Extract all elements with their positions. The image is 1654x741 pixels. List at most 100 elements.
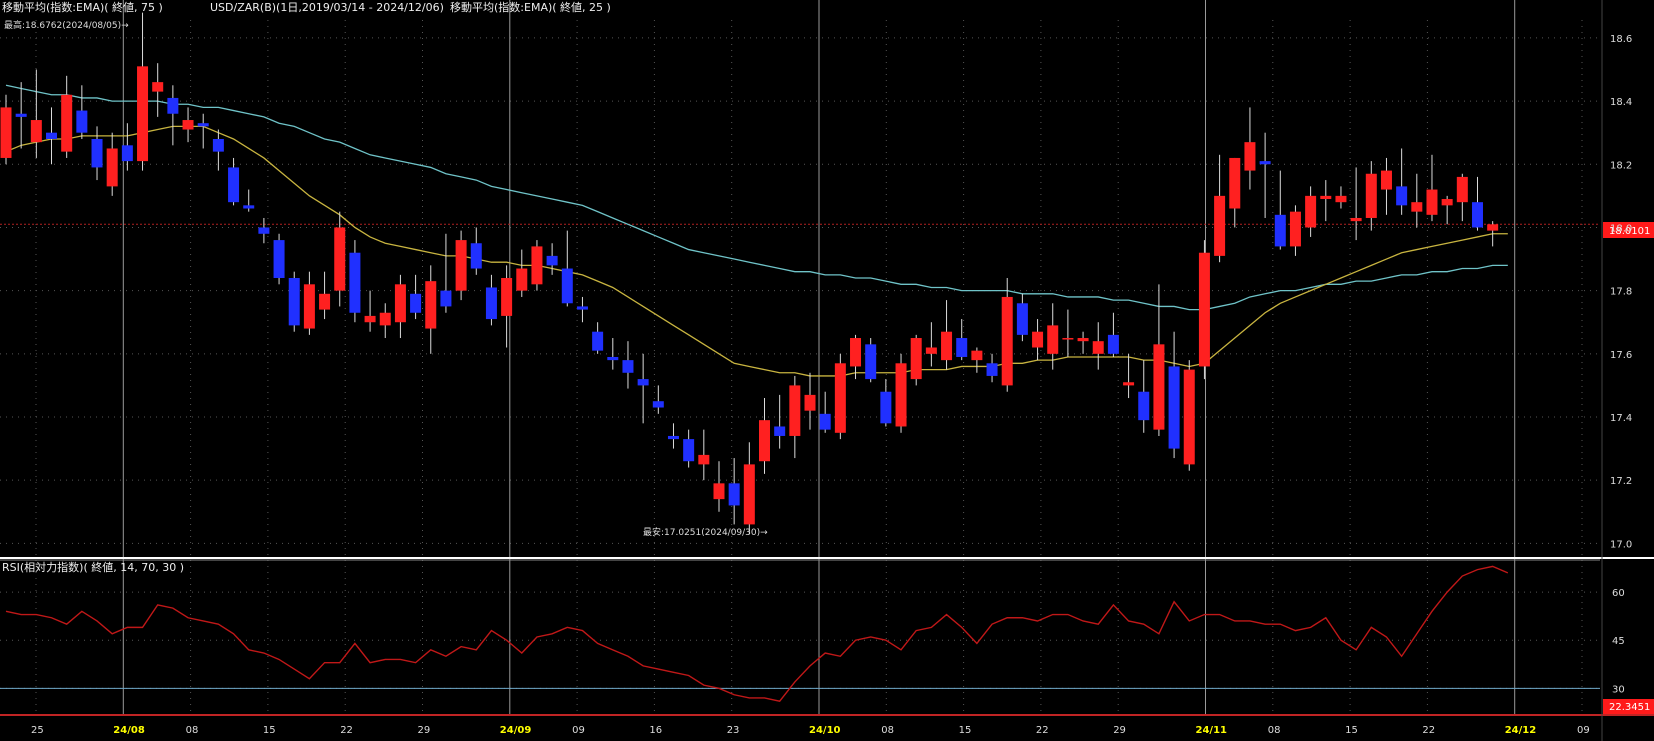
candle-body[interactable]	[622, 360, 634, 373]
candle-body[interactable]	[76, 110, 88, 133]
candle-body[interactable]	[652, 401, 664, 408]
candle-body[interactable]	[698, 454, 710, 465]
candle[interactable]	[531, 240, 543, 291]
candle-body[interactable]	[288, 278, 300, 326]
candle[interactable]	[895, 353, 907, 433]
candle-body[interactable]	[683, 439, 695, 462]
candle-body[interactable]	[956, 338, 968, 357]
candle-body[interactable]	[1487, 224, 1499, 231]
candle-body[interactable]	[865, 344, 877, 380]
candle-body[interactable]	[607, 356, 619, 361]
candle-body[interactable]	[1214, 195, 1226, 256]
candle-body[interactable]	[759, 420, 770, 462]
candle[interactable]	[273, 233, 285, 285]
candle-body[interactable]	[15, 113, 27, 117]
candle-body[interactable]	[121, 145, 133, 162]
candle-body[interactable]	[531, 246, 543, 285]
candle-body[interactable]	[1107, 334, 1119, 354]
candle-body[interactable]	[561, 268, 573, 304]
candle-body[interactable]	[986, 363, 998, 376]
candle-body[interactable]	[880, 391, 892, 424]
candle-body[interactable]	[1335, 195, 1347, 203]
candle-body[interactable]	[592, 331, 604, 351]
candle-body[interactable]	[1274, 214, 1286, 247]
candle-body[interactable]	[713, 483, 725, 500]
candle-body[interactable]	[576, 306, 588, 310]
candle-body[interactable]	[1229, 157, 1241, 209]
candle[interactable]	[865, 338, 877, 383]
candle-body[interactable]	[1441, 199, 1453, 206]
candle-body[interactable]	[1426, 189, 1438, 215]
candle-body[interactable]	[1077, 338, 1089, 342]
candle-body[interactable]	[941, 331, 953, 361]
candle-body[interactable]	[1016, 303, 1028, 335]
candle-body[interactable]	[1047, 325, 1059, 354]
candle-body[interactable]	[850, 338, 862, 367]
candle-body[interactable]	[1289, 211, 1301, 247]
candle-body[interactable]	[1456, 176, 1468, 203]
candle-body[interactable]	[228, 167, 240, 203]
candle-body[interactable]	[167, 97, 179, 114]
candle-body[interactable]	[137, 66, 149, 162]
candle-body[interactable]	[364, 315, 376, 323]
candle-body[interactable]	[1062, 338, 1074, 340]
candle-body[interactable]	[470, 243, 482, 269]
candle-body[interactable]	[394, 284, 406, 323]
candle-body[interactable]	[728, 483, 740, 506]
candle[interactable]	[834, 353, 846, 440]
candle[interactable]	[455, 230, 467, 301]
candle-body[interactable]	[1001, 296, 1013, 386]
candle-body[interactable]	[1259, 161, 1271, 165]
candle[interactable]	[910, 334, 922, 386]
candle-body[interactable]	[1244, 142, 1256, 171]
candle-body[interactable]	[319, 293, 331, 310]
candle-body[interactable]	[834, 363, 846, 433]
candle-body[interactable]	[197, 123, 209, 127]
candle-body[interactable]	[30, 120, 42, 143]
candle-body[interactable]	[743, 464, 755, 525]
candle-body[interactable]	[501, 278, 513, 316]
candle-body[interactable]	[1380, 170, 1392, 190]
candle-body[interactable]	[1123, 382, 1135, 386]
candle-body[interactable]	[485, 287, 497, 320]
candle-body[interactable]	[91, 139, 103, 168]
candle-body[interactable]	[910, 338, 922, 380]
candle-body[interactable]	[637, 379, 649, 386]
candle-body[interactable]	[243, 205, 255, 209]
candle-body[interactable]	[1092, 341, 1104, 354]
candle-body[interactable]	[819, 413, 831, 430]
candle-body[interactable]	[46, 132, 58, 139]
candle-body[interactable]	[1153, 344, 1165, 430]
candle-body[interactable]	[1350, 217, 1362, 222]
candle-body[interactable]	[258, 227, 270, 234]
candle-body[interactable]	[1396, 186, 1408, 206]
candle-body[interactable]	[1183, 369, 1195, 465]
candle-body[interactable]	[182, 120, 194, 130]
candle-body[interactable]	[1138, 391, 1150, 421]
candle-body[interactable]	[1305, 195, 1317, 228]
candle-body[interactable]	[1168, 366, 1180, 449]
candle-body[interactable]	[1198, 252, 1210, 367]
candle-body[interactable]	[425, 281, 437, 329]
candle-body[interactable]	[1411, 202, 1423, 212]
date-axis[interactable]: 25 24/08 08 15 22 29 24/09 09 16 23 24/10 08 15 22 29 2…	[31, 725, 1590, 736]
candle-body[interactable]	[0, 107, 12, 158]
candle-body[interactable]	[971, 350, 983, 361]
candle[interactable]	[288, 271, 300, 332]
candle-body[interactable]	[455, 240, 467, 291]
candle-body[interactable]	[789, 385, 801, 436]
candle[interactable]	[1183, 360, 1195, 471]
candle-body[interactable]	[303, 284, 315, 329]
candle-body[interactable]	[61, 94, 73, 152]
candle-body[interactable]	[925, 347, 937, 354]
candle-body[interactable]	[273, 240, 285, 278]
candle-body[interactable]	[1365, 173, 1377, 218]
candle-body[interactable]	[379, 312, 391, 326]
trading-chart[interactable]: 移動平均(指数:EMA)( 終値, 75 ) USD/ZAR(B)(1日,201…	[0, 0, 1654, 741]
candle-body[interactable]	[1471, 202, 1483, 228]
candle-body[interactable]	[440, 290, 452, 307]
candle-body[interactable]	[212, 139, 224, 152]
candle-body[interactable]	[667, 435, 679, 440]
candle-body[interactable]	[895, 363, 907, 427]
candle-body[interactable]	[546, 255, 558, 266]
